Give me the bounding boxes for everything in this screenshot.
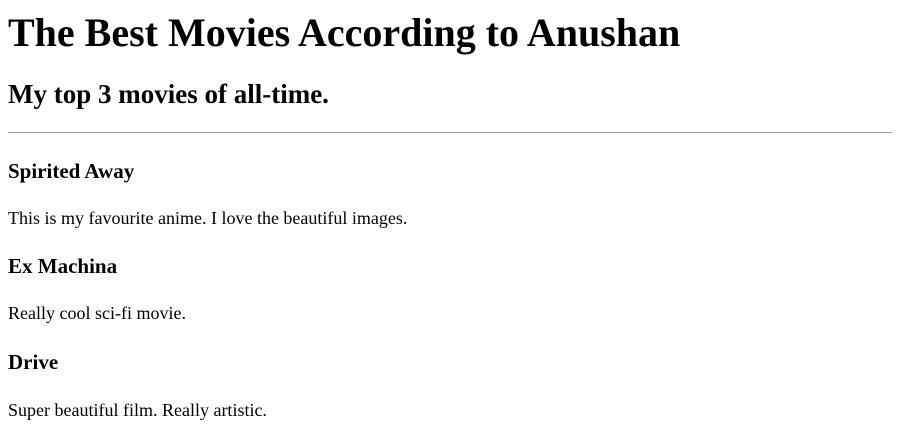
movie-item: Spirited Away This is my favourite anime… [8,158,889,229]
movie-item: Ex Machina Really cool sci-fi movie. [8,253,889,324]
movie-description: This is my favourite anime. I love the b… [8,208,408,228]
page: The Best Movies According to Anushan My … [0,0,897,421]
page-subtitle: My top 3 movies of all-time. [8,79,329,109]
movie-description: Super beautiful film. Really artistic. [8,400,267,420]
movie-title: Spirited Away [8,159,135,183]
movie-description: Really cool sci-fi movie. [8,303,186,323]
movie-item: Drive Super beautiful film. Really artis… [8,349,889,421]
movie-title: Ex Machina [8,254,118,278]
page-title: The Best Movies According to Anushan [8,10,681,55]
movie-title: Drive [8,350,59,374]
divider [8,132,892,133]
